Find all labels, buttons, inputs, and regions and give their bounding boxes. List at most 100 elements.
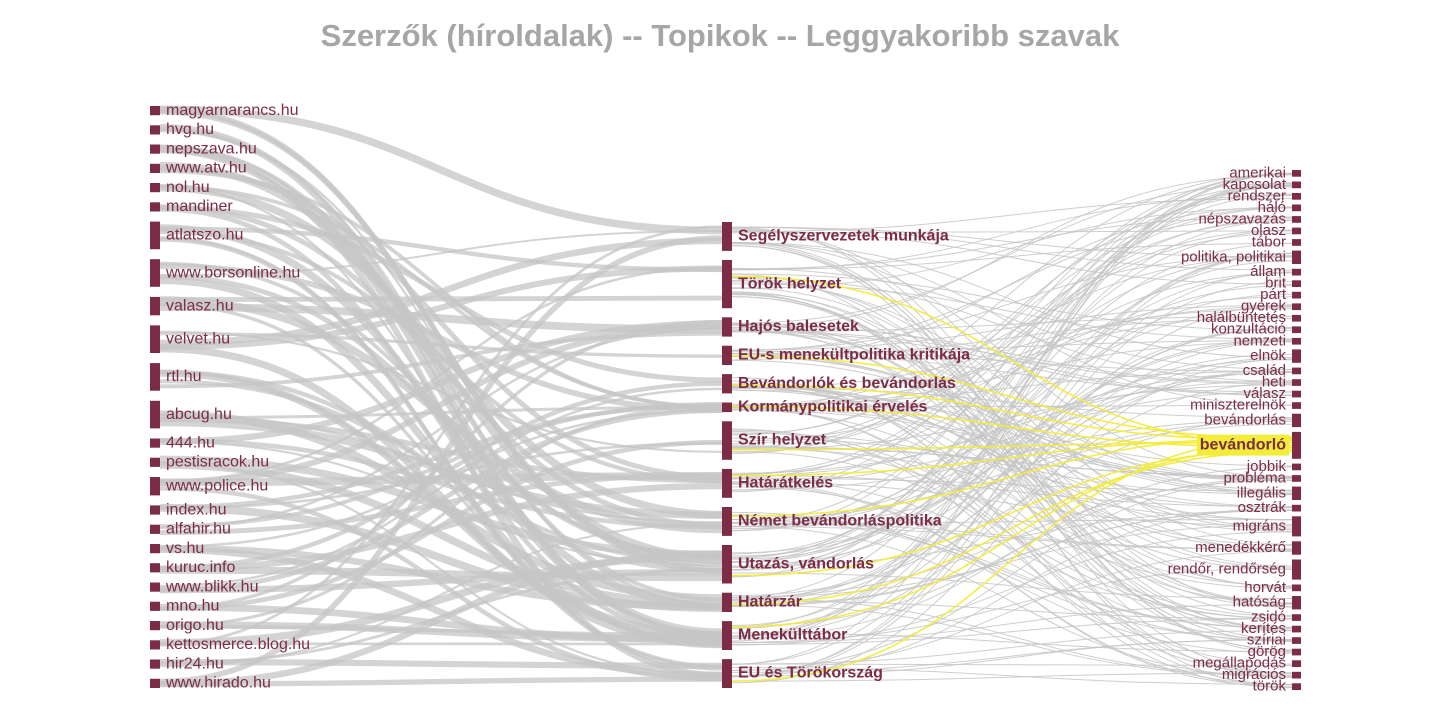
word-node-gorog[interactable] — [1292, 648, 1301, 656]
word-node-bevandorlas[interactable] — [1292, 413, 1301, 428]
word-node-rendor-rendorseg[interactable] — [1292, 559, 1301, 580]
src-node-mandiner[interactable] — [150, 202, 160, 212]
topic-node-bevandorlok-es-bevandorlas[interactable] — [722, 374, 732, 394]
topic-node-szir-helyzet[interactable] — [722, 421, 732, 460]
topic-node-eu-es-torokorszag[interactable] — [722, 659, 732, 688]
word-node-zsido[interactable] — [1292, 614, 1301, 621]
src-node-atlatszo-hu[interactable] — [150, 221, 160, 250]
word-node-brit[interactable] — [1292, 280, 1301, 287]
src-node-www-borsonline-hu[interactable] — [150, 259, 160, 287]
word-node-csalad[interactable] — [1292, 367, 1301, 375]
word-node-halo[interactable] — [1292, 204, 1301, 212]
word-node-tabor[interactable] — [1292, 239, 1301, 246]
src-label-pestisracok-hu: pestisracok.hu — [166, 454, 269, 471]
word-node-migracios[interactable] — [1292, 671, 1301, 679]
word-node-amerikai[interactable] — [1292, 170, 1301, 177]
src-label-vs-hu: vs.hu — [166, 540, 204, 557]
src-label-kuruc-info: kuruc.info — [166, 559, 235, 576]
src-node-nepszava-hu[interactable] — [150, 144, 160, 154]
topic-label-kormanypolitikai-erveles: Kormánypolitikai érvelés — [738, 399, 928, 416]
src-node-velvet-hu[interactable] — [150, 325, 160, 353]
word-node-megallapodas[interactable] — [1292, 660, 1301, 667]
word-node-nemzeti[interactable] — [1292, 337, 1301, 345]
word-node-elnok[interactable] — [1292, 349, 1301, 363]
word-node-kerites[interactable] — [1292, 625, 1301, 633]
src-node-abcug-hu[interactable] — [150, 400, 160, 429]
src-node-www-blikk-hu[interactable] — [150, 582, 160, 592]
topic-node-kormanypolitikai-erveles[interactable] — [722, 402, 732, 413]
word-node-halalbuntetes[interactable] — [1292, 314, 1301, 322]
word-node-osztrak[interactable] — [1292, 504, 1301, 512]
word-node-nepszavazas[interactable] — [1292, 216, 1301, 223]
src-label-nepszava-hu: nepszava.hu — [166, 140, 257, 157]
topic-label-hataratkeles: Határátkelés — [738, 475, 833, 492]
word-node-kapcsolat[interactable] — [1292, 181, 1301, 189]
src-label-magyarnarancs-hu: magyarnarancs.hu — [166, 102, 299, 119]
src-label-alfahir-hu: alfahir.hu — [166, 521, 231, 538]
sankey-diagram: magyarnarancs.hu hvg.hu nepszava.hu www.atv… — [150, 102, 1301, 695]
topic-node-utazas-vandorlas[interactable] — [722, 545, 732, 584]
src-node-index-hu[interactable] — [150, 505, 160, 515]
word-node-migrans[interactable] — [1292, 516, 1301, 537]
word-node-allam[interactable] — [1292, 268, 1301, 276]
src-node-vs-hu[interactable] — [150, 544, 160, 554]
topic-node-hajos-balesetek[interactable] — [722, 317, 732, 337]
topic-node-torok-helyzet[interactable] — [722, 260, 732, 309]
src-node-www-police-hu[interactable] — [150, 477, 160, 496]
src-node-origo-hu[interactable] — [150, 621, 160, 631]
word-node-gyerek[interactable] — [1292, 303, 1301, 311]
topic-node-hatarzar[interactable] — [722, 592, 732, 612]
src-label-index-hu: index.hu — [166, 501, 227, 518]
word-node-part[interactable] — [1292, 291, 1301, 299]
word-node-sziriai[interactable] — [1292, 637, 1301, 644]
src-node-www-atv-hu[interactable] — [150, 163, 160, 173]
word-label-bevandorlo: bevándorló — [1200, 437, 1286, 454]
src-node-kuruc-info[interactable] — [150, 563, 160, 573]
src-label-www-police-hu: www.police.hu — [165, 477, 268, 494]
topic-label-menekulttabor: Menekülttábor — [738, 627, 847, 644]
word-node-horvat[interactable] — [1292, 584, 1301, 592]
src-node-www-hirado-hu[interactable] — [150, 678, 160, 688]
src-node-valasz-hu[interactable] — [150, 296, 160, 316]
topic-label-szir-helyzet: Szír helyzet — [738, 432, 827, 449]
topic-node-eu-s-menekultpolitika-kritikaja[interactable] — [722, 345, 732, 365]
src-node-alfahir-hu[interactable] — [150, 524, 160, 534]
src-node-hir24-hu[interactable] — [150, 659, 160, 669]
topic-label-torok-helyzet: Török helyzet — [738, 275, 842, 292]
topic-label-hatarzar: Határzár — [738, 594, 802, 611]
word-node-heti[interactable] — [1292, 379, 1301, 386]
topic-label-nemet-bevandorlaspolitika: Német bevándorláspolitika — [738, 513, 942, 530]
word-node-problema[interactable] — [1292, 475, 1301, 482]
word-node-politika-politikai[interactable] — [1292, 250, 1301, 264]
word-node-miniszterelnok[interactable] — [1292, 402, 1301, 409]
word-label-bevandorlas: bevándorlás — [1204, 411, 1286, 428]
topic-node-hataratkeles[interactable] — [722, 468, 732, 498]
word-node-olasz[interactable] — [1292, 227, 1301, 235]
src-label-valasz-hu: valasz.hu — [166, 297, 234, 314]
word-label-torok: török — [1253, 678, 1287, 695]
src-node-rtl-hu[interactable] — [150, 363, 160, 391]
word-node-hatosag[interactable] — [1292, 596, 1301, 610]
word-node-rendszer[interactable] — [1292, 193, 1301, 200]
topic-label-segelyszervezetek-munkaja: Segélyszervezetek munkája — [738, 228, 949, 245]
word-node-torok[interactable] — [1292, 683, 1301, 690]
word-node-konzultacio[interactable] — [1292, 326, 1301, 334]
src-label-hir24-hu: hir24.hu — [166, 655, 224, 672]
src-label-nol-hu: nol.hu — [166, 179, 210, 196]
src-node-mno-hu[interactable] — [150, 601, 160, 611]
src-node-pestisracok-hu[interactable] — [150, 457, 160, 467]
src-node-kettosmerce-blog-hu[interactable] — [150, 640, 160, 650]
word-node-illegalis[interactable] — [1292, 486, 1301, 500]
src-label-mno-hu: mno.hu — [166, 598, 219, 615]
src-node-nol-hu[interactable] — [150, 183, 160, 193]
src-node-hvg-hu[interactable] — [150, 125, 160, 135]
topic-node-nemet-bevandorlaspolitika[interactable] — [722, 507, 732, 536]
word-node-valasz[interactable] — [1292, 390, 1301, 398]
topic-node-menekulttabor[interactable] — [722, 621, 732, 650]
word-node-jobbik[interactable] — [1292, 463, 1301, 471]
word-node-bevandorlo[interactable] — [1292, 431, 1301, 459]
word-node-menedekkero[interactable] — [1292, 541, 1301, 555]
src-node-magyarnarancs-hu[interactable] — [150, 106, 160, 116]
src-node-444-hu[interactable] — [150, 438, 160, 448]
topic-node-segelyszervezetek-munkaja[interactable] — [722, 222, 732, 251]
